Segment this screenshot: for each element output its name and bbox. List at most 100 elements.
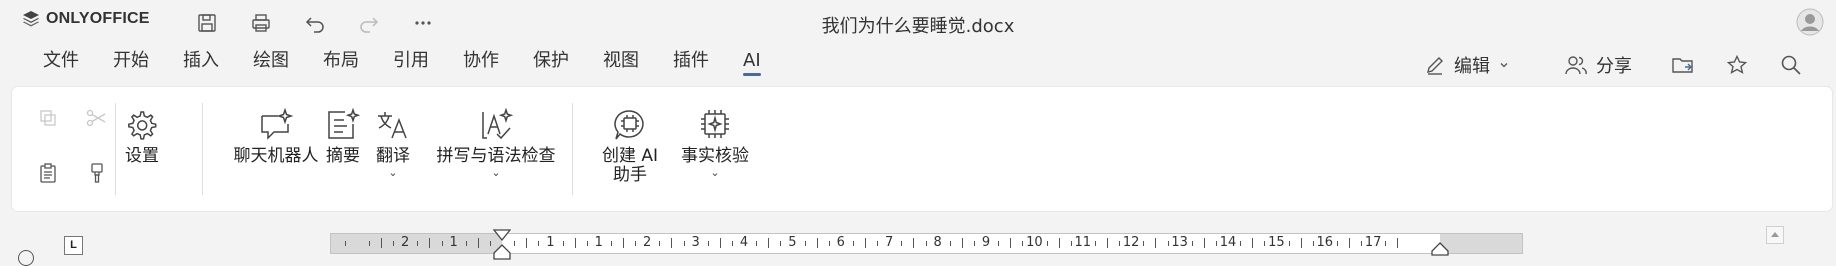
- first-line-indent-marker[interactable]: [493, 229, 511, 241]
- open-location-button[interactable]: [1671, 48, 1695, 82]
- ruler-number: 5: [788, 235, 797, 250]
- paste-button[interactable]: [33, 158, 63, 188]
- ruler-tick: [1143, 241, 1145, 246]
- clipboard-icon: [40, 163, 56, 183]
- ruler-number: 14: [1219, 235, 1237, 250]
- ruler-tick: [913, 238, 915, 248]
- ruler-tick: [465, 241, 467, 246]
- ruler-tick: [756, 241, 758, 246]
- ruler-tick: [1361, 241, 1363, 246]
- fact-check-button[interactable]: 事实核验 ⌄: [675, 107, 755, 178]
- ruler-tick: [514, 241, 516, 246]
- summary-label: 摘要: [326, 146, 360, 166]
- ruler-tick: [441, 241, 443, 246]
- ruler-area: L 2 1 1 1 2 3 4 5 6 7 8 9 10 11 12 13 14 15 16 17: [0, 218, 1836, 266]
- chevron-down-icon: ⌄: [491, 166, 501, 179]
- ai-settings-button[interactable]: 设置: [117, 107, 167, 166]
- star-icon: [1726, 54, 1748, 74]
- ruler-tick: [381, 238, 382, 248]
- user-avatar[interactable]: [1796, 8, 1824, 36]
- spellcheck-sparkle-icon: [482, 108, 514, 140]
- ruler-tick: [417, 241, 419, 246]
- ruler-number: 2: [643, 235, 652, 250]
- ruler-tick: [998, 241, 1000, 246]
- ruler-tick: [489, 241, 491, 246]
- ruler-tick: [368, 241, 370, 246]
- ruler-tick: [562, 241, 564, 246]
- ruler-tick: [719, 238, 721, 248]
- gear-icon: [128, 111, 157, 140]
- spellcheck-label: 拼写与语法检查: [436, 146, 556, 166]
- summary-button[interactable]: 摘要: [318, 107, 368, 166]
- favorite-button[interactable]: [1726, 48, 1748, 82]
- ruler-number: 1: [546, 235, 555, 250]
- triangle-up-icon: [1771, 232, 1779, 237]
- more-button[interactable]: [408, 8, 438, 38]
- undo-button[interactable]: [300, 8, 330, 38]
- ruler-tick: [925, 241, 927, 246]
- scroll-up-button[interactable]: [1766, 226, 1784, 244]
- summary-sparkle-icon: [328, 108, 361, 139]
- share-button[interactable]: 分享: [1564, 48, 1632, 82]
- format-painter-button[interactable]: [82, 158, 112, 188]
- undo-icon: [305, 17, 324, 33]
- redo-button[interactable]: [354, 8, 384, 38]
- ruler-tick: [949, 241, 951, 246]
- ruler-tick: [877, 241, 879, 246]
- chevron-down-icon: [1500, 63, 1508, 68]
- folder-icon: [1672, 58, 1693, 73]
- chat-sparkle-icon: [261, 108, 294, 140]
- separator: [572, 103, 573, 195]
- print-icon: [252, 14, 270, 32]
- copy-button[interactable]: [33, 103, 63, 133]
- print-button[interactable]: [246, 8, 276, 38]
- pencil-icon: [1427, 57, 1443, 75]
- ruler-tick: [671, 238, 673, 248]
- spellcheck-button[interactable]: 拼写与语法检查 ⌄: [426, 107, 566, 178]
- ruler-number: 16: [1316, 235, 1334, 250]
- search-button[interactable]: [1780, 48, 1802, 82]
- translate-label: 翻译: [376, 146, 410, 166]
- user-icon: [1796, 8, 1824, 36]
- ruler-tick: [780, 241, 782, 246]
- create-ai-assistant-button[interactable]: 创建 AI 助手: [585, 107, 675, 185]
- ruler-tick: [526, 238, 528, 248]
- chevron-down-icon: ⌄: [710, 166, 720, 179]
- ribbon-toolbar: 设置 聊天机器人 摘要 翻译 ⌄ 拼写与语法检查 ⌄ 创建 AI 助手 事实核验…: [12, 87, 1832, 211]
- right-indent-marker[interactable]: [1431, 242, 1449, 256]
- app-name: ONLYOFFICE: [46, 10, 150, 27]
- ruler-tick: [538, 241, 540, 246]
- ruler-tick: [901, 241, 903, 246]
- separator: [115, 103, 116, 195]
- save-button[interactable]: [192, 8, 222, 38]
- chatbot-label: 聊天机器人: [233, 146, 319, 166]
- ruler-number: 13: [1171, 235, 1188, 250]
- ruler-number: 2: [401, 235, 410, 250]
- ruler-tick: [973, 241, 975, 246]
- horizontal-ruler[interactable]: 2 1 1 1 2 3 4 5 6 7 8 9 10 11 12 13 14 15 16 17: [330, 229, 1523, 260]
- left-indent-marker[interactable]: [493, 244, 511, 260]
- chevron-down-icon: ⌄: [388, 166, 398, 179]
- ruler-tick: [1397, 238, 1399, 248]
- ruler-tick: [1336, 241, 1338, 246]
- ruler-tick: [768, 238, 770, 248]
- ruler-tick: [1385, 241, 1387, 246]
- ruler-tick: [393, 241, 395, 246]
- separator: [202, 103, 203, 195]
- ruler-tick: [1155, 238, 1157, 248]
- ruler-number: 6: [836, 235, 845, 250]
- ruler-tick: [574, 238, 576, 248]
- ruler-tick: [1215, 241, 1217, 246]
- ruler-tick: [707, 241, 709, 246]
- ruler-tick: [659, 241, 661, 246]
- translate-button[interactable]: 翻译 ⌄: [368, 107, 418, 178]
- tab-stop-selector[interactable]: L: [64, 236, 83, 255]
- cut-button[interactable]: [82, 103, 112, 133]
- share-label: 分享: [1596, 56, 1632, 77]
- ruler-number: 11: [1074, 235, 1092, 250]
- copy-icon: [40, 110, 56, 126]
- users-icon: [1565, 56, 1587, 75]
- edit-mode-button[interactable]: 编辑: [1424, 48, 1510, 82]
- ruler-tick: [1094, 241, 1096, 246]
- ruler-tick: [610, 241, 612, 246]
